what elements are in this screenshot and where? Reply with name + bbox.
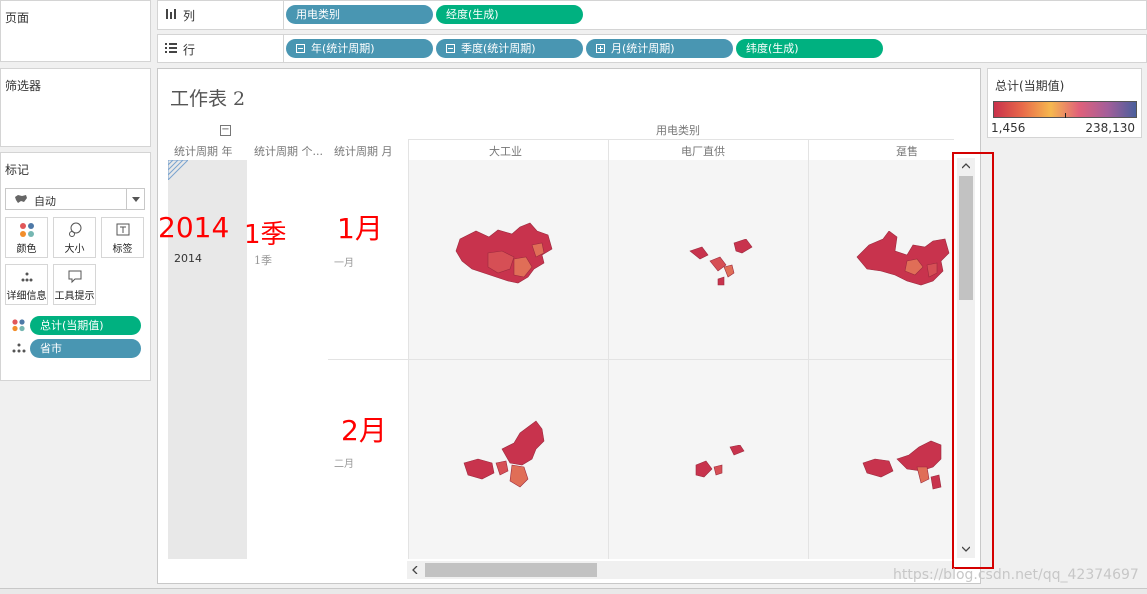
field-pill-total[interactable]: 总计(当期值) [30, 316, 141, 335]
divider [408, 139, 954, 140]
detail-button[interactable]: 详细信息 [5, 264, 48, 305]
tooltip-icon [68, 270, 82, 284]
field-pill-province[interactable]: 省市 [30, 339, 141, 358]
horizontal-scroll-thumb[interactable] [425, 563, 597, 577]
marks-title: 标记 [5, 163, 30, 177]
row-pill-quarter[interactable]: 季度(统计周期) [436, 39, 583, 58]
worksheet-canvas: 工作表 2 − 用电类别 统计周期 年 统计周期 个... 统计周期 月 大工业… [157, 68, 981, 584]
row-pill-year-label: 年(统计周期) [311, 42, 375, 55]
column-pill-category[interactable]: 用电类别 [286, 5, 433, 24]
field-pill-total-label: 总计(当期值) [40, 319, 104, 332]
expand-icon[interactable] [596, 44, 605, 53]
color-button-label: 颜色 [16, 244, 37, 255]
legend-gradient [993, 101, 1137, 118]
row-pill-year[interactable]: 年(统计周期) [286, 39, 433, 58]
divider [408, 139, 409, 559]
annotation-month-2: 2月 [341, 414, 387, 447]
row-header-month[interactable]: 统计周期 月 [334, 143, 393, 159]
quarter-value: 1季 [254, 254, 272, 267]
year-value: 2014 [174, 252, 202, 265]
columns-icon [166, 9, 176, 19]
row-pill-latitude-label: 纬度(生成) [746, 42, 799, 55]
detail-dots-icon [12, 343, 26, 353]
column-pill-category-label: 用电类别 [296, 8, 340, 21]
selection-corner-icon [168, 160, 188, 180]
filters-title: 筛选器 [5, 79, 42, 93]
row-header-quarter[interactable]: 统计周期 个... [254, 143, 323, 159]
text-label-icon [116, 223, 130, 236]
rows-label: 行 [183, 43, 196, 57]
row-pill-month-label: 月(统计周期) [611, 42, 675, 55]
column-pill-longitude[interactable]: 经度(生成) [436, 5, 583, 24]
row-pill-month[interactable]: 月(统计周期) [586, 39, 733, 58]
highlight-box [952, 152, 994, 569]
sheet-title: 工作表 2 [170, 88, 246, 110]
pages-title: 页面 [5, 11, 30, 25]
annotation-month-1: 1月 [337, 212, 383, 245]
legend-max: 238,130 [1085, 121, 1135, 135]
tooltip-button-label: 工具提示 [54, 291, 95, 302]
tooltip-button[interactable]: 工具提示 [53, 264, 96, 305]
mark-type-label: 自动 [34, 195, 56, 208]
map-icon [15, 195, 27, 203]
marks-panel: 标记 自动 颜色 大小 标签 详细信息 工具提示 总计(当期值) 省市 [0, 152, 151, 381]
legend-marker [1065, 113, 1066, 118]
color-legend[interactable]: 总计(当期值) 1,456 238,130 [987, 68, 1142, 138]
collapse-icon[interactable] [446, 44, 455, 53]
column-group-header: 用电类别 [656, 124, 700, 137]
map-power-plant-jan[interactable] [688, 239, 754, 287]
watermark: https://blog.csdn.net/qq_42374697 [893, 567, 1139, 583]
month-value-2: 二月 [334, 459, 354, 470]
row-header-year[interactable]: 统计周期 年 [174, 143, 233, 159]
collapse-symbol: − [221, 124, 230, 135]
collapse-icon[interactable] [296, 44, 305, 53]
map-wholesale-feb[interactable] [861, 437, 947, 493]
legend-min: 1,456 [991, 121, 1026, 135]
size-button-label: 大小 [64, 244, 85, 255]
collapse-header-button[interactable]: − [220, 125, 231, 136]
map-large-industry-jan[interactable] [454, 221, 556, 287]
chevron-down-icon[interactable] [126, 189, 144, 209]
month-value-1: 一月 [334, 258, 354, 269]
size-icon [69, 222, 82, 237]
annotation-year: 2014 [158, 211, 230, 244]
row-pill-quarter-label: 季度(统计周期) [461, 42, 536, 55]
mark-type-dropdown[interactable]: 自动 [5, 188, 145, 210]
detail-dots-icon [21, 272, 33, 282]
size-button[interactable]: 大小 [53, 217, 96, 258]
annotation-quarter: 1季 [244, 220, 287, 250]
chevron-left-icon[interactable] [412, 566, 418, 574]
label-button[interactable]: 标签 [101, 217, 144, 258]
color-button[interactable]: 颜色 [5, 217, 48, 258]
column-header-power-plant[interactable]: 电厂直供 [681, 143, 725, 159]
map-large-industry-feb[interactable] [462, 419, 548, 489]
pages-panel: 页面 [0, 0, 151, 62]
rows-shelf: 行 年(统计周期) 季度(统计周期) 月(统计周期) 纬度(生成) [157, 34, 1147, 63]
horizontal-scrollbar[interactable] [407, 561, 954, 579]
column-pill-longitude-label: 经度(生成) [446, 8, 499, 21]
field-pill-province-label: 省市 [40, 342, 62, 355]
columns-shelf: 列 用电类别 经度(生成) [157, 0, 1147, 30]
column-header-wholesale[interactable]: 趸售 [896, 143, 918, 159]
color-dots-icon [20, 223, 34, 237]
divider [808, 139, 809, 559]
divider [328, 359, 954, 360]
filters-panel: 筛选器 [0, 68, 151, 147]
detail-button-label: 详细信息 [6, 291, 47, 302]
rows-shelf-label: 行 [158, 35, 284, 62]
columns-label: 列 [183, 9, 196, 23]
color-dots-icon [12, 319, 25, 332]
rows-icon [165, 43, 177, 53]
divider [608, 139, 609, 559]
columns-shelf-label: 列 [158, 1, 284, 29]
column-header-large-industry[interactable]: 大工业 [489, 143, 522, 159]
map-power-plant-feb[interactable] [694, 445, 746, 481]
map-wholesale-jan[interactable] [855, 231, 951, 291]
legend-title: 总计(当期值) [995, 79, 1065, 93]
label-button-label: 标签 [112, 244, 133, 255]
row-pill-latitude[interactable]: 纬度(生成) [736, 39, 883, 58]
sheet-tabs-bar [0, 588, 1147, 594]
